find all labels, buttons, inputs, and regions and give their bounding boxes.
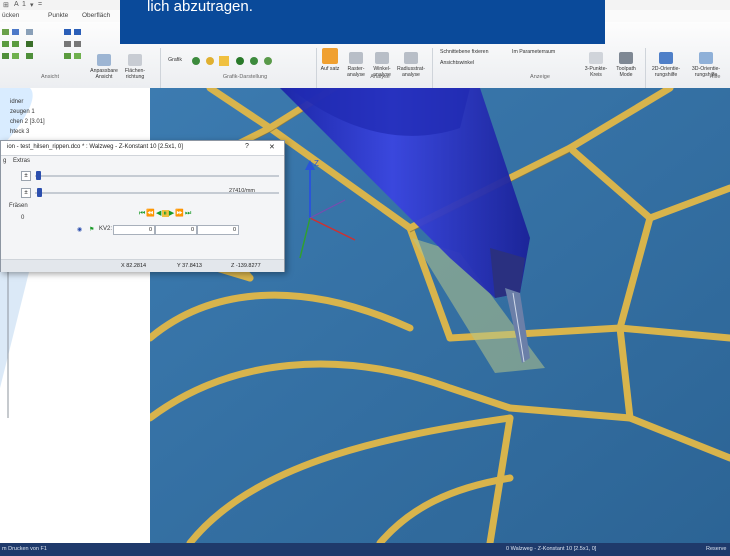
status-bar: m Drucken von F1 0 Walzweg - Z-Konstant … (0, 543, 730, 556)
radius-analysis-icon (404, 52, 418, 64)
callout-text: lich abzutragen. (147, 0, 253, 15)
record-icon[interactable]: ◉ (77, 226, 82, 233)
radius-analysis-button[interactable]: Radiusstrat-analyse (396, 52, 426, 78)
quick-access-item[interactable]: A (14, 1, 19, 8)
tree-decoration (0, 268, 30, 418)
dialog-title-bar[interactable]: ion - test_hilsen_rippen.dco * : Walzweg… (1, 141, 284, 156)
speed-slider-track[interactable] (35, 175, 279, 177)
position-slider-thumb[interactable] (37, 188, 42, 197)
position-readout: 27410/mm (229, 188, 255, 194)
speed-stepper[interactable]: ± (21, 171, 31, 181)
circle-icon (589, 52, 603, 64)
ribbon-group-label: Grafik-Darstellung (222, 74, 268, 80)
flag-icon[interactable]: ⚑ (89, 226, 94, 233)
menu-tab[interactable]: Oberfläch (82, 12, 110, 19)
counter-value: 0 (21, 215, 25, 221)
tree-item[interactable]: idner (10, 99, 23, 105)
attach-icon (322, 48, 338, 64)
raster-analysis-icon (349, 52, 363, 64)
orientation-2d-icon (659, 52, 673, 64)
playback-controls[interactable]: ⏮⏪◀⏸▶⏩⏭ (139, 209, 192, 218)
status-left: m Drucken von F1 (2, 546, 47, 552)
callout-banner: lich abzutragen. (120, 0, 605, 44)
tree-item[interactable]: zeugen 1 (10, 109, 35, 115)
custom-view-button[interactable]: Anpassbare Ansicht (90, 54, 118, 80)
coord-x: X 82.2814 (121, 263, 147, 269)
orientation-2d-button[interactable]: 2D-Orientie-rungshilfe (648, 52, 684, 78)
status-right: Reserve (706, 546, 727, 552)
status-center: 0 Walzweg - Z-Konstant 10 [2.5x1, 0] (506, 546, 597, 552)
quick-access-item[interactable]: 1 (22, 1, 26, 8)
dialog-title: ion - test_hilsen_rippen.dco * : Walzweg… (7, 144, 183, 150)
speed-slider-thumb[interactable] (36, 171, 41, 180)
milling-label: Fräsen (9, 203, 28, 209)
quick-access-item[interactable]: = (38, 1, 42, 8)
face-direction-button[interactable]: Flächen-richtung (120, 54, 150, 80)
ribbon-group-label: Ansicht (40, 74, 60, 80)
view-angle-button[interactable]: Ansichtswinkel (440, 60, 500, 66)
kv-value-field[interactable]: 0 (113, 225, 155, 235)
tree-item[interactable]: chen 2 [3.01] (10, 119, 45, 125)
kv-value-field[interactable]: 0 (197, 225, 239, 235)
orientation-3d-icon (699, 52, 713, 64)
kv-label: KV2: (99, 226, 113, 232)
view-icons-grid[interactable] (0, 26, 88, 72)
menu-tab[interactable]: Punkte (48, 12, 68, 19)
close-button[interactable]: ✕ (269, 143, 275, 151)
custom-view-icon (97, 54, 111, 66)
coord-z: Z -139.8277 (231, 263, 261, 269)
help-button[interactable]: ? (245, 143, 249, 150)
face-direction-icon (128, 54, 142, 66)
svg-text:Z: Z (314, 159, 319, 168)
toolpath-mode-button[interactable]: Toolpath Mode (612, 52, 640, 78)
parameter-space-button[interactable]: Im Parameterraum (512, 49, 572, 55)
coord-y: Y 37.8413 (177, 263, 202, 269)
position-stepper[interactable]: ± (21, 188, 31, 198)
quick-access-item[interactable]: ▾ (30, 1, 34, 9)
toolpath-icon (619, 52, 633, 64)
dialog-menu-item[interactable]: Extras (13, 158, 30, 164)
graphics-dropdown[interactable]: Grafik (164, 57, 186, 63)
ribbon-group-label: Analyse (370, 74, 390, 80)
dialog-status-bar: X 82.2814 Y 37.8413 Z -139.8277 (1, 259, 284, 272)
simulation-dialog: ion - test_hilsen_rippen.dco * : Walzweg… (0, 140, 285, 272)
quick-access-item[interactable]: ⊞ (3, 1, 9, 9)
fix-cutting-plane-button[interactable]: Schnittebene fixieren (440, 49, 508, 55)
tree-item[interactable]: hteck 3 (10, 129, 29, 135)
menu-tab[interactable]: ücken (2, 12, 19, 19)
display-mode-icons[interactable] (188, 54, 280, 68)
kv-value-field[interactable]: 0 (155, 225, 197, 235)
three-point-circle-button[interactable]: 3-Punkte-Kreis (582, 52, 610, 78)
angle-analysis-icon (375, 52, 389, 64)
ribbon-group-label: Anzeige (530, 74, 550, 80)
ribbon-group-label: Hilfe (709, 74, 721, 80)
attach-button[interactable]: Auf satz (318, 48, 342, 72)
dialog-menu-item[interactable]: g (3, 158, 6, 164)
